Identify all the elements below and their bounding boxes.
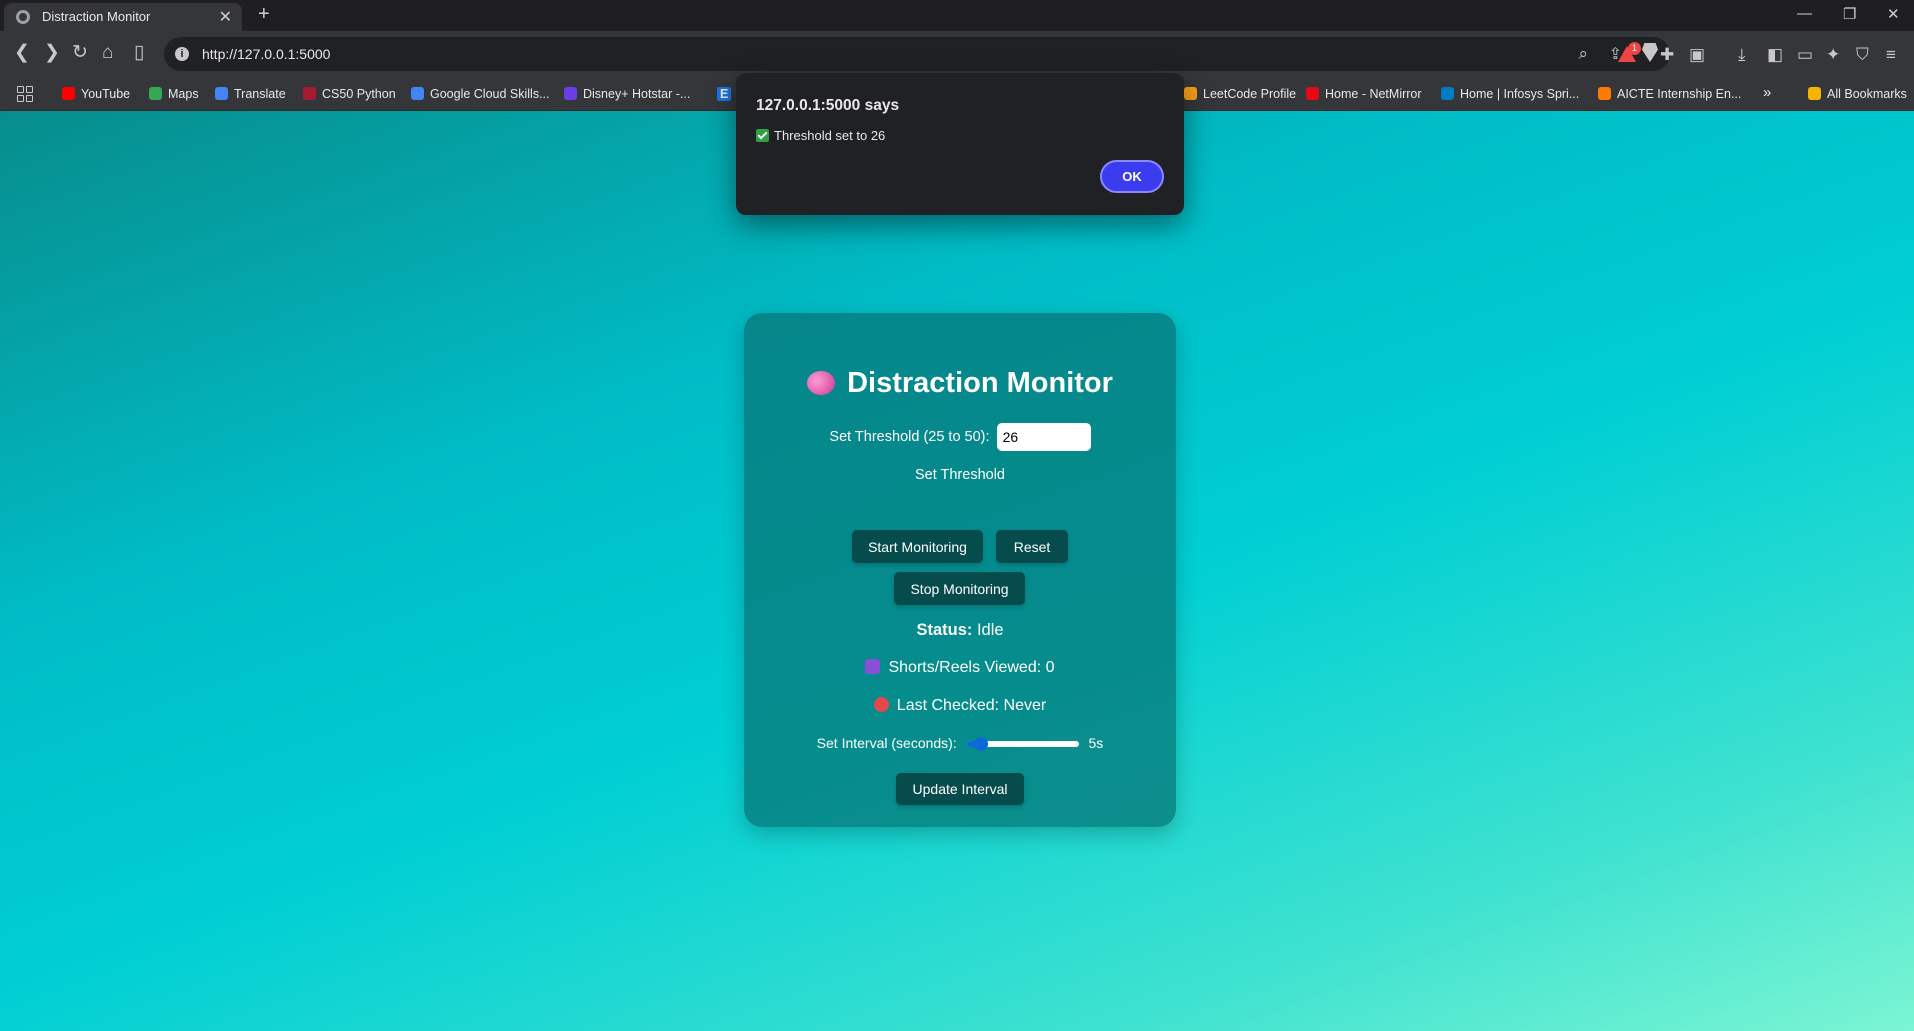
reload-icon[interactable]: ↻ <box>72 43 88 63</box>
back-icon[interactable]: ❮ <box>14 43 30 63</box>
status-label: Status: <box>916 621 973 639</box>
address-bar[interactable]: i http://127.0.0.1:5000 ⌕ ⇪ <box>164 37 1670 71</box>
brain-icon <box>807 371 836 395</box>
tab-distraction-monitor[interactable]: Distraction Monitor ✕ <box>4 3 242 31</box>
new-tab-button[interactable]: + <box>258 3 270 26</box>
bookmark-e[interactable]: E <box>717 87 732 101</box>
status-value: Idle <box>976 621 1004 639</box>
bookmark-cs50[interactable]: CS50 Python <box>303 87 396 101</box>
check-mark-icon <box>756 129 769 142</box>
monitor-card: Distraction Monitor Set Threshold (25 to… <box>744 313 1176 827</box>
start-monitoring-button[interactable]: Start Monitoring <box>852 530 983 563</box>
bookmark-aicte[interactable]: AICTE Internship En... <box>1598 87 1741 101</box>
aicte-icon <box>1598 87 1611 100</box>
update-interval-button[interactable]: Update Interval <box>896 773 1024 805</box>
interval-slider[interactable] <box>966 737 1079 752</box>
extensions-icon[interactable]: ✚ <box>1660 45 1674 65</box>
screenshot-icon[interactable]: ▣ <box>1689 45 1705 65</box>
apps-grid-icon[interactable] <box>17 86 33 102</box>
bookmark-netmirror[interactable]: Home - NetMirror <box>1306 87 1422 101</box>
infosys-icon <box>1441 87 1454 100</box>
download-icon[interactable]: ⤓ <box>1738 45 1746 65</box>
set-threshold-button[interactable]: Set Threshold <box>744 467 1176 483</box>
status-line: Status: Idle <box>744 621 1176 640</box>
interval-row: Set Interval (seconds): 5s <box>744 735 1176 752</box>
leetcode-icon <box>1184 87 1197 100</box>
clock-icon <box>873 697 889 712</box>
rewards-badge: 1 <box>1628 42 1641 55</box>
more-bookmarks-button[interactable]: » <box>1763 84 1771 101</box>
threshold-row: Set Threshold (25 to 50): <box>744 423 1176 451</box>
tab-close-icon[interactable]: ✕ <box>219 7 232 27</box>
shorts-count-text: Shorts/Reels Viewed: 0 <box>888 659 1055 676</box>
menu-icon[interactable]: ≡ <box>1886 45 1896 65</box>
site-info-icon[interactable]: i <box>175 47 189 61</box>
tab-strip: Distraction Monitor ✕ + — ❐ ✕ <box>0 0 1914 31</box>
stop-monitoring-button[interactable]: Stop Monitoring <box>894 572 1025 605</box>
minimize-button[interactable]: — <box>1797 5 1812 22</box>
all-bookmarks-folder[interactable]: All Bookmarks <box>1808 87 1907 101</box>
globe-icon <box>16 10 30 24</box>
brave-shields-icon[interactable] <box>1642 43 1658 62</box>
netmirror-icon <box>1306 87 1319 100</box>
maps-icon <box>149 87 162 100</box>
folder-icon <box>1808 87 1821 100</box>
cs50-icon <box>303 87 316 100</box>
threshold-label: Set Threshold (25 to 50): <box>829 428 990 445</box>
bookmark-infosys[interactable]: Home | Infosys Spri... <box>1441 87 1579 101</box>
bookmark-hotstar[interactable]: Disney+ Hotstar -... <box>564 87 690 101</box>
google-cloud-icon <box>411 87 424 100</box>
hotstar-icon <box>564 87 577 100</box>
alert-dialog: 127.0.0.1:5000 says Threshold set to 26 … <box>736 73 1184 215</box>
vpn-icon[interactable]: ⛉ <box>1856 45 1869 65</box>
interval-label: Set Interval (seconds): <box>816 735 957 751</box>
last-checked-text: Last Checked: Never <box>896 697 1047 714</box>
bookmark-youtube[interactable]: YouTube <box>62 87 130 101</box>
dialog-title: 127.0.0.1:5000 says <box>756 97 900 114</box>
interval-value: 5s <box>1088 735 1104 751</box>
ok-button[interactable]: OK <box>1100 160 1164 193</box>
home-icon[interactable]: ⌂ <box>102 43 113 63</box>
wallet-icon[interactable]: ▭ <box>1797 45 1813 65</box>
translate-icon <box>215 87 228 100</box>
forward-icon[interactable]: ❯ <box>44 43 60 63</box>
youtube-icon <box>62 87 75 100</box>
leo-ai-icon[interactable]: ✦ <box>1826 45 1840 65</box>
last-checked: Last Checked: Never <box>744 697 1176 715</box>
url-text[interactable]: http://127.0.0.1:5000 <box>202 46 330 62</box>
tab-title: Distraction Monitor <box>42 9 151 24</box>
bookmark-icon[interactable]: ▯ <box>134 43 144 63</box>
app-title: Distraction Monitor <box>744 367 1176 400</box>
bookmark-google-cloud[interactable]: Google Cloud Skills... <box>411 87 550 101</box>
slider-thumb[interactable] <box>974 737 989 752</box>
zoom-icon[interactable]: ⌕ <box>1578 44 1588 64</box>
bookmark-maps[interactable]: Maps <box>149 87 199 101</box>
page-background: Distraction Monitor Set Threshold (25 to… <box>0 111 1914 1031</box>
close-window-button[interactable]: ✕ <box>1887 5 1900 23</box>
restore-button[interactable]: ❐ <box>1843 5 1856 23</box>
shorts-viewed: Shorts/Reels Viewed: 0 <box>744 659 1176 677</box>
bookmark-translate[interactable]: Translate <box>215 87 286 101</box>
threshold-input[interactable] <box>996 423 1091 451</box>
sidebar-icon[interactable]: ◧ <box>1767 45 1783 65</box>
clapperboard-icon <box>865 659 881 674</box>
dialog-message: Threshold set to 26 <box>756 128 885 143</box>
reset-button[interactable]: Reset <box>996 530 1068 563</box>
bookmark-leetcode[interactable]: LeetCode Profile <box>1184 87 1296 101</box>
